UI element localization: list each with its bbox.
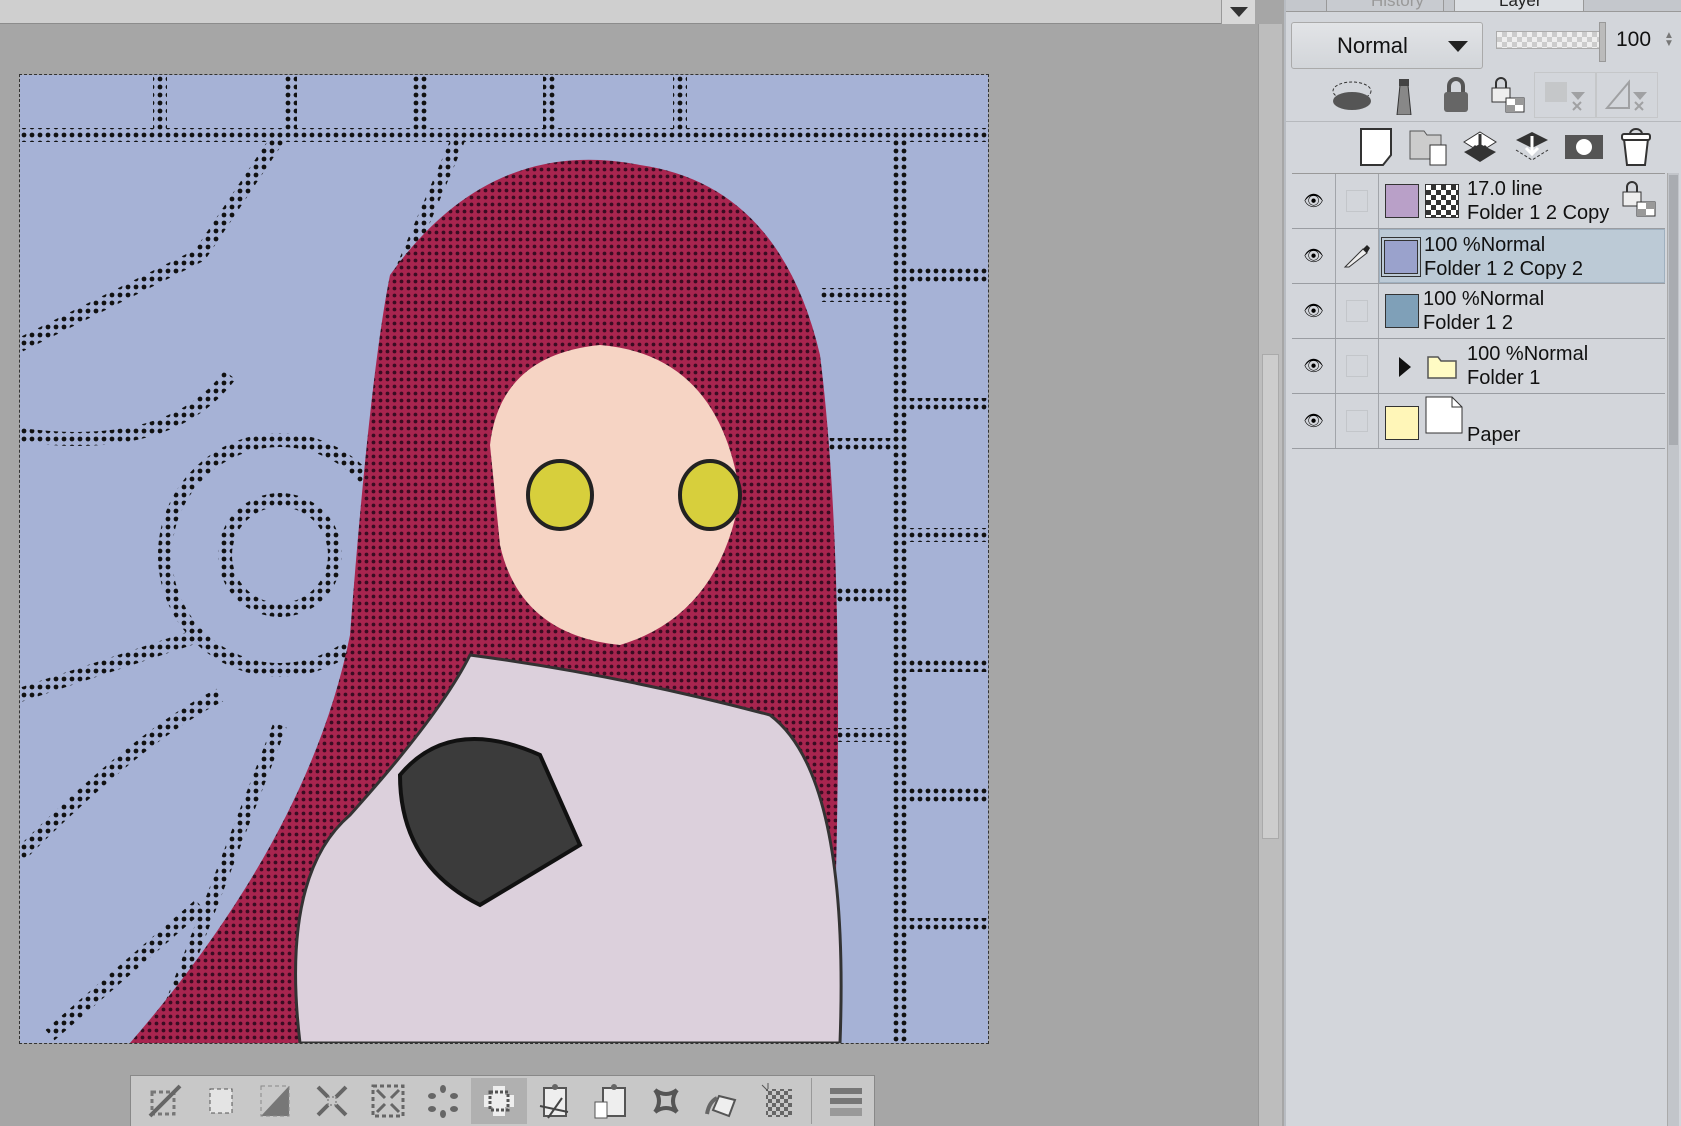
expand-folder-icon[interactable] [1399, 357, 1411, 382]
scrollbar-thumb[interactable] [1669, 175, 1678, 445]
layer-row[interactable]: 👁 17.0 line Folder 1 2 Copy [1292, 174, 1665, 229]
tab-history[interactable]: History [1326, 0, 1444, 12]
transform-icon[interactable] [638, 1078, 694, 1124]
eye-icon[interactable]: 👁 [1292, 394, 1336, 448]
layer-list-scrollbar[interactable] [1667, 173, 1679, 1126]
panel-tabs: History Layer [1286, 0, 1681, 12]
paper-color-swatch [1385, 406, 1419, 440]
expand-selection-icon[interactable] [304, 1078, 360, 1124]
new-folder-icon[interactable] [1402, 122, 1454, 172]
layer-panel: History Layer Normal 100 ▲ ▼ 👁 17.0 line … [1284, 0, 1681, 1126]
artwork-canvas[interactable] [15, 74, 989, 1045]
edit-target-checkbox[interactable] [1346, 410, 1368, 432]
folder-icon [1427, 353, 1457, 384]
cut-paste-icon[interactable] [527, 1078, 583, 1124]
layer-thumbnail [1385, 294, 1419, 328]
layer-list: 👁 17.0 line Folder 1 2 Copy 👁 100 %Norma… [1292, 173, 1665, 449]
layer-row-selected[interactable]: 👁 100 %Normal Folder 1 2 Copy 2 [1292, 229, 1665, 284]
invert-selection-icon[interactable] [248, 1078, 304, 1124]
opacity-slider[interactable] [1496, 31, 1601, 49]
eye-icon[interactable]: 👁 [1292, 284, 1336, 338]
tone-icon[interactable] [750, 1078, 806, 1124]
new-raster-layer-icon[interactable] [1350, 122, 1402, 172]
reference-layer-icon[interactable] [1378, 70, 1430, 120]
lock-transparency-icon [1621, 180, 1657, 223]
canvas-vertical-scrollbar[interactable] [1258, 24, 1282, 1126]
blend-mode-select[interactable]: Normal [1291, 22, 1483, 69]
clip-to-below-icon[interactable] [1326, 70, 1378, 120]
selection-launcher-toolbar [130, 1075, 875, 1126]
scrollbar-thumb[interactable] [1262, 354, 1279, 839]
eye-icon[interactable]: 👁 [1292, 174, 1336, 228]
edit-target-checkbox[interactable] [1346, 355, 1368, 377]
layer-mask-icon[interactable] [1558, 122, 1610, 172]
eye-icon[interactable]: 👁 [1292, 339, 1336, 393]
copy-paste-icon[interactable] [583, 1078, 639, 1124]
opacity-value[interactable]: 100 [1616, 28, 1651, 52]
deselect-icon[interactable] [137, 1078, 193, 1124]
layer-row[interactable]: 👁 Paper [1292, 394, 1665, 449]
pen-edit-icon[interactable] [1336, 229, 1379, 283]
delete-layer-icon[interactable] [1610, 122, 1662, 172]
eye-icon[interactable]: 👁 [1292, 229, 1336, 283]
chevron-down-icon[interactable] [1221, 0, 1255, 24]
select-all-icon[interactable] [193, 1078, 249, 1124]
opacity-slider-thumb[interactable] [1599, 22, 1606, 62]
mask-disabled-icon [1534, 72, 1596, 118]
layer-thumbnail [1385, 184, 1419, 218]
transfer-down-icon[interactable] [1454, 122, 1506, 172]
layer-row[interactable]: 👁 100 %Normal Folder 1 2 [1292, 284, 1665, 339]
layer-action-row [1286, 122, 1681, 172]
layer-thumbnail [1381, 237, 1421, 277]
paper-layer-icon [1425, 396, 1463, 439]
lock-layer-icon[interactable] [1430, 70, 1482, 120]
opacity-spinner[interactable]: ▲ ▼ [1664, 31, 1674, 49]
divider [811, 1078, 813, 1124]
canvas-top-bar [0, 0, 1255, 24]
edit-target-checkbox[interactable] [1346, 300, 1368, 322]
lock-transparency-icon[interactable] [1482, 70, 1534, 120]
merge-down-icon[interactable] [1506, 122, 1558, 172]
edit-target-checkbox[interactable] [1346, 190, 1368, 212]
selection-border-icon[interactable] [471, 1078, 527, 1124]
settings-bar-icon[interactable] [818, 1078, 874, 1124]
shrink-selection-icon[interactable] [360, 1078, 416, 1124]
fill-icon[interactable] [694, 1078, 750, 1124]
chevron-down-icon [1448, 41, 1468, 52]
scatter-icon[interactable] [415, 1078, 471, 1124]
tone-thumbnail [1425, 184, 1459, 218]
layer-row[interactable]: 👁 100 %Normal Folder 1 [1292, 339, 1665, 394]
tab-layer[interactable]: Layer [1454, 0, 1584, 12]
ruler-disabled-icon [1596, 72, 1658, 118]
layer-property-row [1286, 70, 1681, 120]
